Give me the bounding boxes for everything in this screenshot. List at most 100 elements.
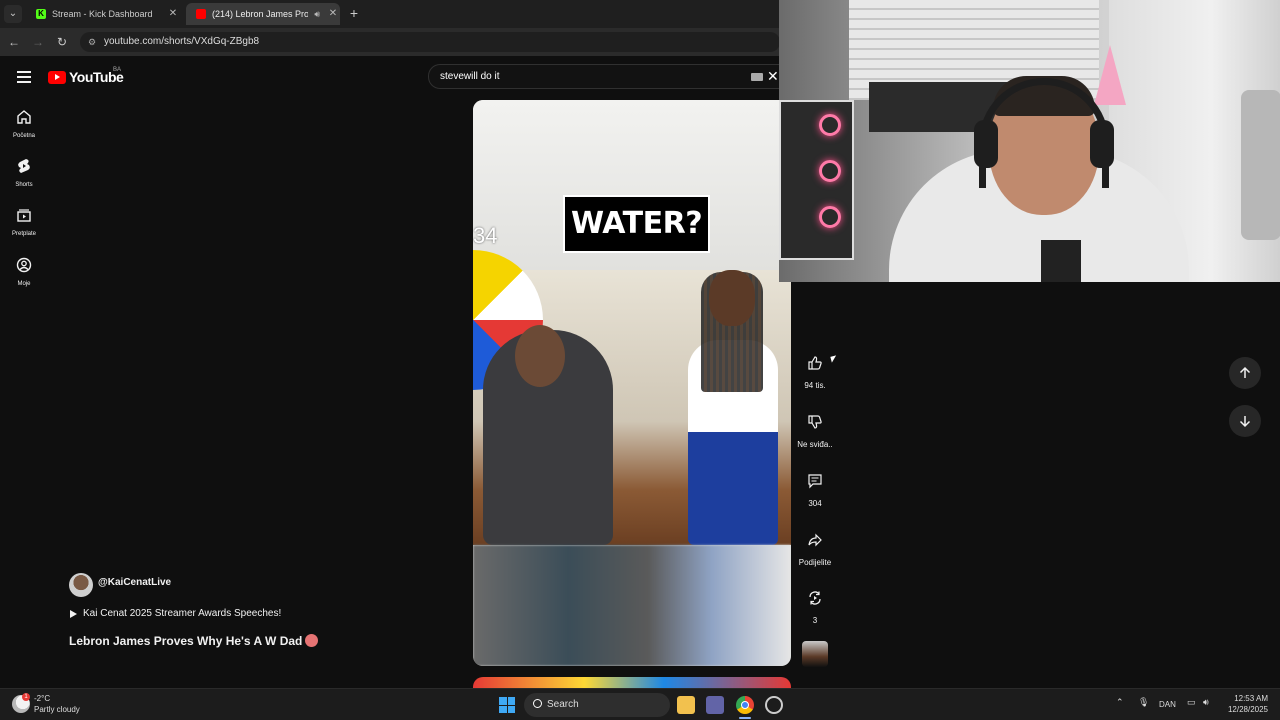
obs-icon[interactable] [765, 696, 783, 714]
webcam-overlay [779, 0, 1280, 282]
sidebar-item-shorts[interactable]: Shorts [0, 158, 48, 188]
previous-short-button[interactable] [1229, 357, 1261, 389]
clock-time[interactable]: 12:53 AM [1228, 694, 1268, 703]
microphone-icon[interactable]: 🎙︎ [1138, 697, 1149, 708]
sidebar-item-label: Moje [17, 281, 31, 287]
pc-fan-icon [819, 206, 841, 228]
new-tab-button[interactable]: + [346, 5, 362, 21]
dislike-button[interactable]: Ne sviđa.. [793, 408, 837, 449]
sidebar-item-label: Početna [12, 133, 36, 139]
teams-icon[interactable] [706, 696, 724, 714]
video-overlay-number: 34 [473, 223, 498, 248]
youtube-play-icon [48, 70, 66, 84]
video-title-text: Lebron James Proves Why He's A W Dad [69, 634, 303, 648]
tab-title: Stream - Kick Dashboard [52, 9, 153, 19]
like-count: 94 tis. [804, 381, 826, 390]
tab-close-icon[interactable]: ✕ [166, 3, 180, 25]
video-caption: WATER? [562, 195, 711, 253]
sidebar-item-you[interactable]: Moje [0, 257, 48, 287]
keyboard-language[interactable]: DAN [1159, 700, 1176, 709]
tab-youtube-short[interactable]: (214) Lebron James Proves 🔊︎ ✕ [186, 3, 340, 25]
chevron-up-icon[interactable]: ⌃ [1116, 697, 1124, 708]
webcam-sofa [1241, 90, 1280, 240]
comments-button[interactable]: 304 [793, 467, 837, 508]
url-text: youtube.com/shorts/VXdGq-ZBgb8 [104, 36, 260, 47]
youtube-icon [196, 9, 206, 19]
clock-date[interactable]: 12/28/2025 [1222, 705, 1268, 714]
sidebar-item-label: Pretplate [11, 231, 36, 237]
volume-icon[interactable]: 🔊︎ [1203, 697, 1209, 708]
share-button[interactable]: Podijelite [793, 526, 837, 567]
like-button[interactable]: 94 tis. [793, 349, 837, 390]
clear-search-icon[interactable]: ✕ [767, 69, 779, 83]
taskbar-search-field[interactable]: Search [524, 693, 670, 717]
hoodie-logo [1041, 240, 1081, 282]
next-short-button[interactable] [1229, 405, 1261, 437]
sidebar-item-subscriptions[interactable]: Pretplate [0, 207, 48, 237]
region-code: BA [113, 67, 122, 73]
video-frame-blurred [473, 545, 791, 666]
sidebar-item-label: Shorts [15, 182, 33, 188]
network-icon[interactable]: ▭ [1187, 697, 1196, 708]
tab-title: (214) Lebron James Proves [212, 9, 309, 19]
share-icon [808, 533, 822, 547]
tab-search-button[interactable]: ⌄ [4, 5, 22, 23]
taskbar-search-label: Search [547, 699, 579, 710]
shorts-icon [18, 159, 30, 173]
sidebar-item-home[interactable]: Početna [0, 109, 48, 139]
pc-fan-icon [819, 114, 841, 136]
video-title: Lebron James Proves Why He's A W Dad [69, 634, 319, 648]
chrome-icon[interactable] [736, 696, 754, 714]
search-input[interactable]: stevewill do it [428, 64, 780, 89]
search-query: stevewill do it [440, 71, 500, 82]
webcam-christmas-tree [1094, 45, 1126, 105]
active-app-indicator [739, 717, 751, 719]
comment-count: 304 [808, 499, 822, 508]
webcam-pc-case [779, 100, 854, 260]
tab-kick-dashboard[interactable]: K Stream - Kick Dashboard ✕ [26, 3, 180, 25]
dislike-label: Ne sviđa.. [797, 440, 833, 449]
site-info-icon[interactable]: ⚙ [88, 36, 100, 48]
search-icon [533, 699, 542, 708]
channel-avatar[interactable] [69, 573, 93, 597]
speaker-icon[interactable]: 🔊︎ [314, 3, 320, 25]
forward-icon[interactable]: → [30, 34, 46, 50]
kick-icon: K [36, 9, 46, 19]
home-icon [17, 110, 31, 124]
menu-icon[interactable] [17, 71, 31, 83]
comment-icon [808, 474, 822, 489]
weather-temperature[interactable]: -2°C [34, 694, 50, 703]
headset-earcup [974, 120, 998, 168]
headset-earcup [1090, 120, 1114, 168]
shorts-video-player[interactable]: WATER? 34 [473, 100, 791, 666]
channel-name[interactable]: @KaiCenatLive [98, 577, 171, 588]
subscriptions-icon [17, 209, 31, 222]
you-icon [16, 257, 32, 273]
play-icon [70, 609, 77, 618]
playlist-link[interactable]: Kai Cenat 2025 Streamer Awards Speeches! [70, 608, 281, 619]
weather-description[interactable]: Partly cloudy [34, 705, 80, 714]
file-explorer-icon[interactable] [677, 696, 695, 714]
pc-fan-icon [819, 160, 841, 182]
windows-start-icon[interactable] [499, 697, 515, 713]
thumbs-down-icon [808, 415, 822, 429]
weather-badge: 1 [22, 693, 30, 701]
person-standing-head [709, 270, 755, 326]
keyboard-icon[interactable] [751, 73, 763, 81]
remix-count: 3 [812, 616, 818, 625]
arrow-down-icon [1239, 416, 1251, 428]
remix-button[interactable]: 3 [793, 584, 837, 625]
url-field[interactable]: ⚙ youtube.com/shorts/VXdGq-ZBgb8 [80, 32, 780, 52]
remix-icon [809, 591, 821, 605]
tab-close-icon[interactable]: ✕ [326, 3, 340, 25]
thumbs-up-icon [808, 356, 822, 370]
reload-icon[interactable]: ↻ [54, 34, 70, 50]
sound-source-thumbnail[interactable] [802, 641, 828, 667]
person-seated-head [515, 325, 565, 387]
share-label: Podijelite [798, 558, 832, 567]
arrow-up-icon [1239, 366, 1251, 378]
flushed-emoji-icon [305, 634, 319, 647]
playlist-title: Kai Cenat 2025 Streamer Awards Speeches! [83, 608, 282, 619]
windows-taskbar: 1 -2°C Partly cloudy Search ⌃ 🎙︎ DAN ▭ 🔊… [0, 688, 1280, 720]
back-icon[interactable]: ← [6, 34, 22, 50]
